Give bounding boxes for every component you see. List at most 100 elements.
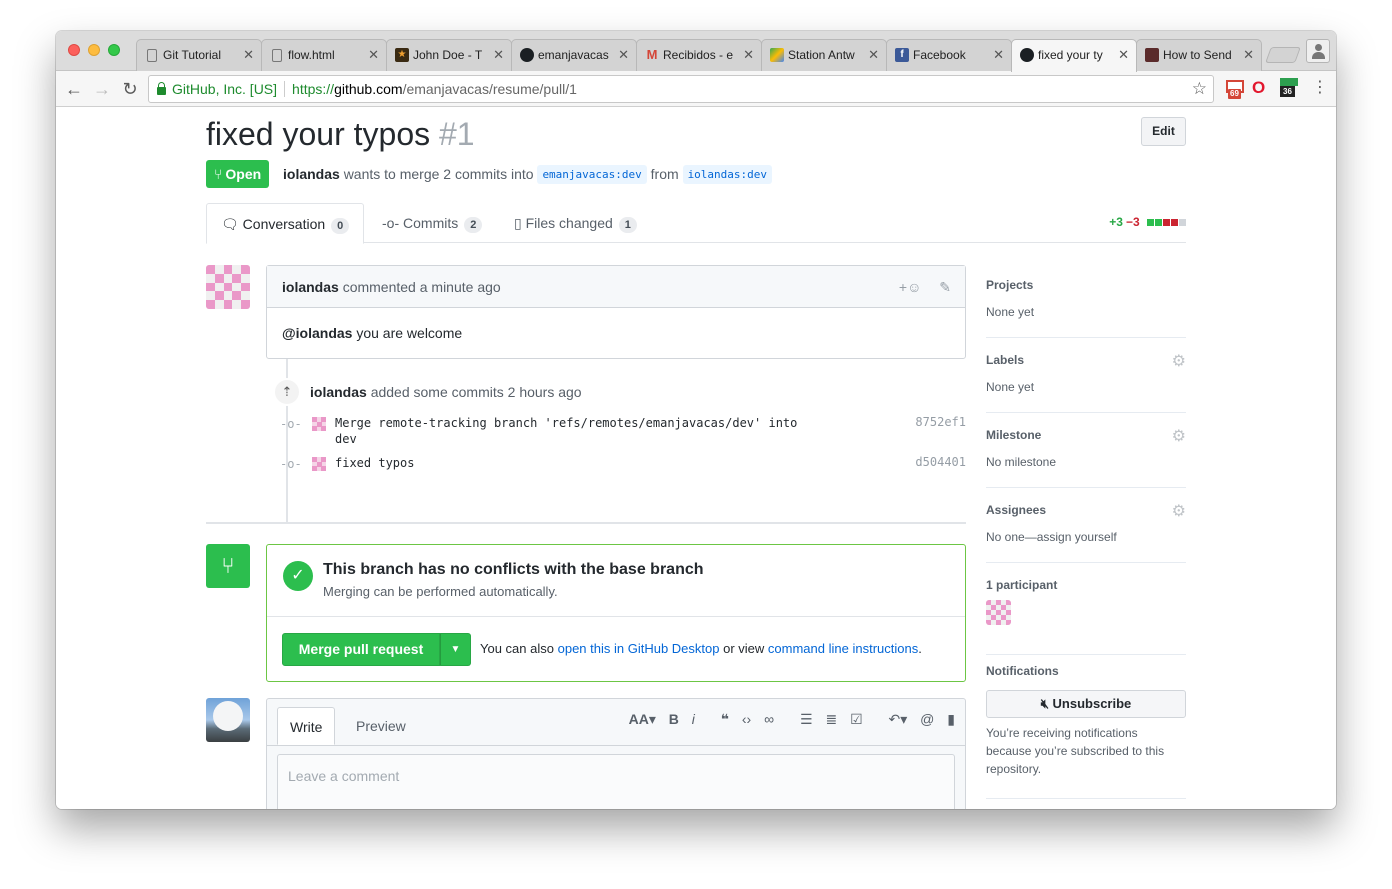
event-time[interactable]: 2 hours ago xyxy=(508,384,582,400)
close-tab-icon[interactable]: ✕ xyxy=(243,40,254,70)
close-tab-icon[interactable]: ✕ xyxy=(868,40,879,70)
commit-sha[interactable]: d504401 xyxy=(915,455,966,469)
pencil-icon[interactable]: ✎ xyxy=(939,279,951,295)
mention-icon[interactable]: @ xyxy=(920,711,934,727)
avatar[interactable] xyxy=(312,417,326,431)
bullet-list-icon[interactable]: ☰ xyxy=(800,711,813,727)
pr-number: #1 xyxy=(439,116,475,152)
link-icon[interactable]: ∞ xyxy=(764,711,774,727)
github-page: fixed your typos #1 Edit ⑂ Open iolandas … xyxy=(56,108,1336,809)
pr-tabs: 🗨 Conversation 0 -o- Commits 2 ▯ Files cha… xyxy=(206,203,1186,244)
github-icon xyxy=(520,48,534,62)
quote-icon[interactable]: ❝ xyxy=(721,711,729,727)
participant-avatar[interactable] xyxy=(986,600,1011,625)
comment-author[interactable]: iolandas xyxy=(282,279,339,295)
calendar-extension-icon[interactable]: 36 xyxy=(1280,78,1300,98)
sidebar-heading[interactable]: Assignees xyxy=(986,503,1046,517)
comment-time[interactable]: a minute ago xyxy=(420,279,501,295)
comment-action: commented xyxy=(342,279,416,295)
tab-counter: 2 xyxy=(464,217,483,233)
browser-tab[interactable]: f Facebook ✕ xyxy=(886,39,1012,71)
close-tab-icon[interactable]: ✕ xyxy=(1118,40,1129,70)
numbered-list-icon[interactable]: ≣ xyxy=(825,711,837,727)
star-icon: ★ xyxy=(395,48,409,62)
new-tab-button[interactable] xyxy=(1265,47,1301,63)
command-line-instructions-link[interactable]: command line instructions xyxy=(768,641,918,656)
close-tab-icon[interactable]: ✕ xyxy=(993,40,1004,70)
italic-icon[interactable]: i xyxy=(692,711,695,727)
address-bar[interactable]: GitHub, Inc. [US] https://github.com/eman… xyxy=(148,75,1214,103)
profile-icon[interactable] xyxy=(1306,39,1330,63)
gmail-extension-icon[interactable]: 69 xyxy=(1226,78,1246,99)
sidebar-heading[interactable]: Projects xyxy=(986,278,1033,292)
tab-title: Facebook xyxy=(913,48,966,62)
close-tab-icon[interactable]: ✕ xyxy=(743,40,754,70)
zoom-window-button[interactable] xyxy=(108,44,120,56)
avatar[interactable] xyxy=(312,457,326,471)
close-tab-icon[interactable]: ✕ xyxy=(368,40,379,70)
minimize-window-button[interactable] xyxy=(88,44,100,56)
comment-textarea[interactable]: Leave a comment xyxy=(277,754,955,809)
browser-tab[interactable]: ★ John Doe - T ✕ xyxy=(386,39,512,71)
browser-tab[interactable]: M Recibidos - e ✕ xyxy=(636,39,762,71)
tab-conversation[interactable]: 🗨 Conversation 0 xyxy=(206,203,365,244)
bookmark-star-icon[interactable]: ☆ xyxy=(1192,76,1207,102)
forward-icon[interactable]: → xyxy=(90,77,114,101)
assign-yourself-link[interactable]: No one—assign yourself xyxy=(986,530,1117,544)
bookmark-icon[interactable]: ▮ xyxy=(947,711,955,727)
sidebar-heading[interactable]: Labels xyxy=(986,353,1024,367)
head-branch[interactable]: iolandas:dev xyxy=(682,165,773,184)
commit-message[interactable]: Merge remote-tracking branch 'refs/remot… xyxy=(335,415,815,447)
reply-icon[interactable]: ↶▾ xyxy=(889,711,908,727)
task-list-icon[interactable]: ☑ xyxy=(850,711,863,727)
close-tab-icon[interactable]: ✕ xyxy=(493,40,504,70)
tab-write[interactable]: Write xyxy=(277,707,336,745)
avatar[interactable] xyxy=(206,698,250,742)
browser-tab[interactable]: Git Tutorial ✕ xyxy=(136,39,262,71)
browser-menu-icon[interactable]: ⋮ xyxy=(1312,78,1328,98)
browser-tab[interactable]: emanjavacas ✕ xyxy=(511,39,637,71)
git-merge-icon: ⑂ xyxy=(206,544,250,588)
tab-files-changed[interactable]: ▯ Files changed 1 xyxy=(500,203,651,243)
close-tab-icon[interactable]: ✕ xyxy=(1243,40,1254,70)
comment-discussion-icon: 🗨 xyxy=(221,216,239,232)
merge-alt-text: or view xyxy=(723,641,765,656)
close-tab-icon[interactable]: ✕ xyxy=(618,40,629,70)
sidebar-heading[interactable]: Milestone xyxy=(986,428,1041,442)
page-title: fixed your typos #1 xyxy=(206,114,475,154)
tab-preview[interactable]: Preview xyxy=(344,707,418,745)
gear-icon[interactable]: ⚙ xyxy=(1172,351,1186,371)
bold-icon[interactable]: B xyxy=(669,711,679,727)
open-in-desktop-link[interactable]: open this in GitHub Desktop xyxy=(558,641,720,656)
merge-pull-request-button[interactable]: Merge pull request xyxy=(282,633,440,666)
comment-text: you are welcome xyxy=(356,325,463,341)
user-mention[interactable]: @iolandas xyxy=(282,325,352,341)
browser-tab[interactable]: How to Send ✕ xyxy=(1136,39,1262,71)
merge-options-caret-icon[interactable]: ▼ xyxy=(440,633,471,666)
browser-tab[interactable]: Station Antw ✕ xyxy=(761,39,887,71)
code-icon[interactable]: ‹› xyxy=(742,711,751,727)
gear-icon[interactable]: ⚙ xyxy=(1172,426,1186,446)
event-author[interactable]: iolandas xyxy=(310,384,367,400)
add-reaction-icon[interactable]: +☺ xyxy=(899,279,921,295)
tab-commits[interactable]: -o- Commits 2 xyxy=(368,203,496,243)
back-icon[interactable]: ← xyxy=(62,77,86,101)
browser-tab[interactable]: flow.html ✕ xyxy=(261,39,387,71)
tab-title: How to Send xyxy=(1163,48,1232,62)
text-size-icon[interactable]: AA▾ xyxy=(629,711,656,727)
avatar[interactable] xyxy=(206,265,250,309)
markdown-toolbar: AA▾ B i ❝ ‹› ∞ ☰ ≣ ☑ ↶▾ @ ▮ xyxy=(620,711,955,728)
opera-extension-icon[interactable]: O xyxy=(1252,78,1272,98)
edit-button[interactable]: Edit xyxy=(1141,117,1186,146)
close-window-button[interactable] xyxy=(68,44,80,56)
browser-tab-active[interactable]: fixed your ty ✕ xyxy=(1011,39,1137,72)
commit-message[interactable]: fixed typos xyxy=(335,455,815,471)
gear-icon[interactable]: ⚙ xyxy=(1172,501,1186,521)
unsubscribe-button[interactable]: 🔇︎ Unsubscribe xyxy=(986,690,1186,718)
url-host: github.com xyxy=(334,81,403,97)
base-branch[interactable]: emanjavacas:dev xyxy=(537,165,647,184)
commit-sha[interactable]: 8752ef1 xyxy=(915,415,966,429)
author-link[interactable]: iolandas xyxy=(283,166,340,182)
reload-icon[interactable]: ↻ xyxy=(118,77,142,101)
commit-icon: -o- xyxy=(382,215,400,231)
